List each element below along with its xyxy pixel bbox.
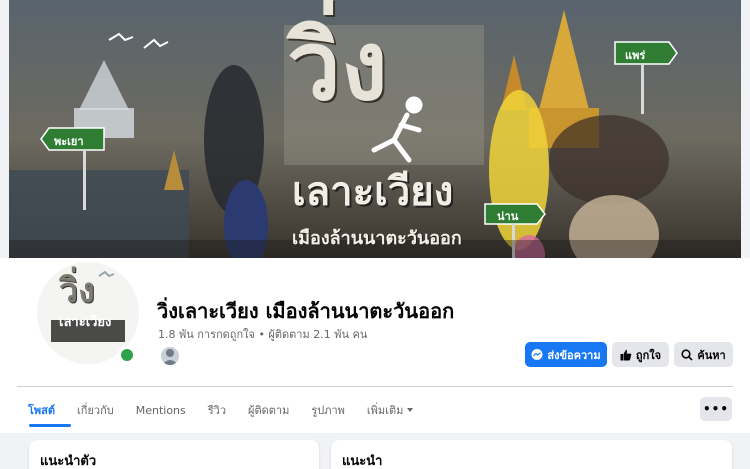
- cover-title-line2: เลาะเวียง: [292, 169, 454, 215]
- tab-posts[interactable]: โพสต์: [28, 395, 55, 425]
- more-options-button[interactable]: •••: [700, 397, 732, 421]
- tab-more[interactable]: เพิ่มเติม: [366, 395, 414, 425]
- tab-followers[interactable]: ผู้ติดตาม: [248, 395, 289, 425]
- messenger-icon: [531, 348, 543, 360]
- cover-title-line3: เมืองล้านนาตะวันออก: [292, 228, 462, 249]
- avatar-logo-line1: วิ่ง: [59, 271, 95, 311]
- tab-mentions[interactable]: Mentions: [136, 395, 186, 425]
- online-status-dot: [118, 346, 136, 364]
- recommend-card-title: แนะนำ: [342, 454, 383, 469]
- tab-photos[interactable]: รูปภาพ: [311, 395, 345, 425]
- active-tab-indicator: [29, 424, 71, 427]
- tab-about[interactable]: เกี่ยวกับ: [77, 395, 114, 425]
- intro-card: แนะนำตัว: [29, 440, 319, 469]
- sign-right-top-label: แพร่: [625, 49, 646, 62]
- sign-right-bottom-label: น่าน: [497, 210, 519, 223]
- person-icon: [162, 349, 178, 365]
- page-title: วิ่งเลาะเวียง เมืองล้านนาตะวันออก: [157, 299, 455, 323]
- avatar-logo-line2: เลาะเวียง: [59, 315, 112, 330]
- send-message-button[interactable]: ส่งข้อความ: [525, 342, 607, 367]
- sign-left-label: พะเยา: [54, 135, 84, 148]
- send-message-label: ส่งข้อความ: [547, 348, 601, 362]
- page-stats[interactable]: 1.8 พัน การกดถูกใจ • ผู้ติดตาม 2.1 พัน ค…: [158, 325, 367, 343]
- chevron-down-icon: [407, 408, 414, 412]
- like-label: ถูกใจ: [635, 348, 662, 362]
- like-button[interactable]: ถูกใจ: [612, 342, 669, 367]
- search-button[interactable]: ค้นหา: [674, 342, 733, 367]
- profile-header: วิ่ง เลาะเวียง วิ่งเลาะเวียง เมืองล้านนา…: [0, 258, 750, 433]
- thumbs-up-icon: [620, 349, 632, 360]
- tab-more-label: เพิ่มเติม: [366, 404, 404, 417]
- cover-title-big: วิ่ง: [287, 9, 388, 122]
- more-options-icon: •••: [702, 402, 729, 416]
- header-divider: [17, 386, 733, 387]
- tab-reviews[interactable]: รีวิว: [208, 395, 226, 425]
- friend-avatar[interactable]: [159, 345, 181, 367]
- cover-photo[interactable]: วิ่ง เลาะเวียง เมืองล้านนาตะวันออก พะเยา…: [9, 0, 741, 278]
- page-tabs: โพสต์ เกี่ยวกับ Mentions รีวิว ผู้ติดตาม…: [28, 395, 435, 425]
- search-icon: [681, 348, 693, 361]
- search-label: ค้นหา: [697, 348, 726, 362]
- recommend-card: แนะนำ: [331, 440, 732, 469]
- cover-area: วิ่ง เลาะเวียง เมืองล้านนาตะวันออก พะเยา…: [0, 0, 750, 282]
- intro-card-title: แนะนำตัว: [40, 454, 97, 469]
